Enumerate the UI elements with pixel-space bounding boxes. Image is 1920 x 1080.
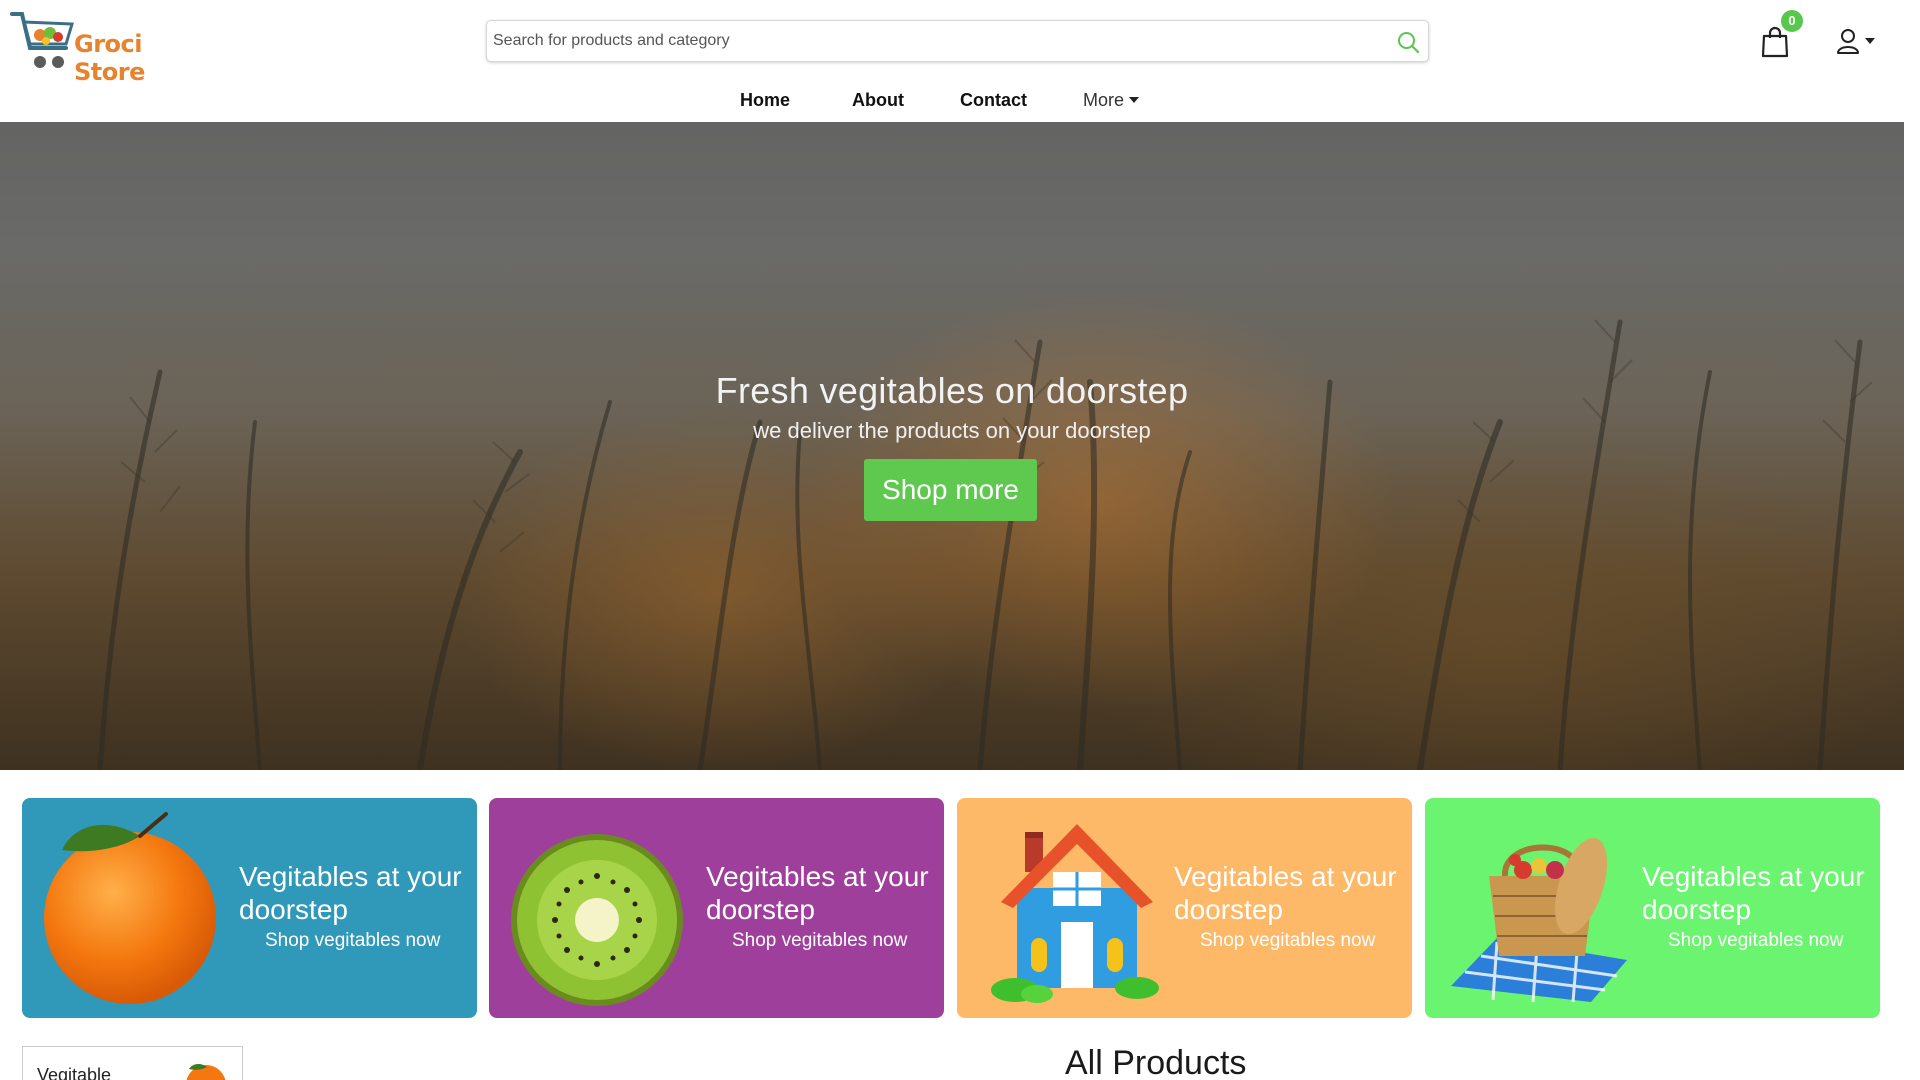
chevron-down-icon [1129, 97, 1140, 103]
hero-title: Fresh vegitables on doorstep [715, 370, 1189, 411]
feature-card-house[interactable]: Vegitables at your doorstep Shop vegitab… [957, 798, 1412, 1018]
feature-card-orange[interactable]: Vegitables at your doorstep Shop vegitab… [22, 798, 477, 1018]
feature-title: Vegitables at your doorstep [1642, 861, 1865, 925]
nav-home[interactable]: Home [740, 90, 790, 111]
orange-icon [186, 1063, 226, 1080]
feature-link[interactable]: Shop vegitables now [265, 930, 440, 952]
feature-card-kiwi[interactable]: Vegitables at your doorstep Shop vegitab… [489, 798, 944, 1018]
nav-contact[interactable]: Contact [960, 90, 1027, 111]
logo[interactable]: Groci Store [10, 8, 190, 86]
search-bar [486, 20, 1429, 62]
section-title: All Products [1065, 1044, 1247, 1080]
feature-card-basket[interactable]: Vegitables at your doorstep Shop vegitab… [1425, 798, 1880, 1018]
category-card-vegitable[interactable]: Vegitable [22, 1046, 243, 1080]
cart-icon[interactable] [1760, 26, 1790, 58]
hero-banner: Fresh vegitables on doorstep we deliver … [0, 122, 1904, 770]
search-input[interactable] [493, 22, 1373, 60]
nav-about[interactable]: About [852, 90, 904, 111]
search-icon[interactable] [1396, 30, 1420, 54]
feature-title: Vegitables at your doorstep [239, 861, 462, 925]
kiwi-icon [511, 834, 683, 1006]
logo-text: Groci Store [74, 30, 145, 86]
cart-count-badge: 0 [1781, 10, 1803, 32]
house-icon [991, 824, 1159, 1003]
feature-link[interactable]: Shop vegitables now [1668, 930, 1843, 952]
orange-icon [44, 812, 216, 1004]
feature-link[interactable]: Shop vegitables now [1200, 930, 1375, 952]
feature-title: Vegitables at your doorstep [1174, 861, 1397, 925]
category-label: Vegitable [37, 1065, 112, 1080]
main-nav: Home About Contact More [0, 80, 1904, 120]
site-header: Groci Store 0 Home About Cont [0, 0, 1904, 122]
basket-icon [1451, 837, 1627, 1003]
feature-link[interactable]: Shop vegitables now [732, 930, 907, 952]
nav-more-label: More [1083, 89, 1125, 110]
chevron-down-icon [1865, 38, 1875, 44]
grass-background-image [97, 319, 1873, 770]
hero-text: Fresh vegitables on doorstep we deliver … [0, 370, 1904, 444]
page: Groci Store 0 Home About Cont [0, 0, 1904, 1080]
user-menu[interactable] [1836, 26, 1884, 56]
shop-more-button[interactable]: Shop more [864, 459, 1037, 521]
cart-logo-icon [10, 12, 74, 68]
hero-subtitle: we deliver the products on your doorstep [753, 418, 1151, 443]
feature-title: Vegitables at your doorstep [706, 861, 929, 925]
user-icon [1837, 29, 1859, 54]
nav-more-dropdown[interactable]: More [1083, 89, 1140, 111]
